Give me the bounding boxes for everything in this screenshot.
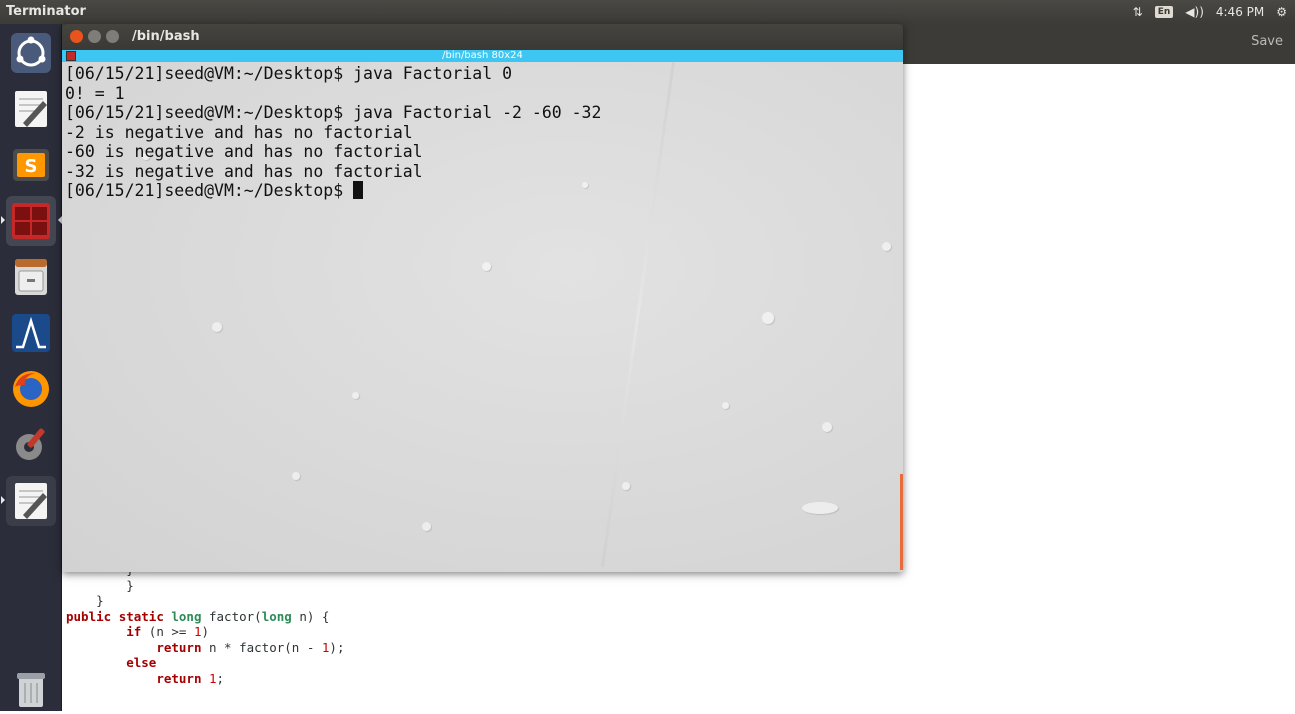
water-drop	[802, 502, 838, 514]
code-line: }	[66, 577, 134, 593]
terminator-icon[interactable]	[6, 196, 56, 246]
app-title: Terminator	[6, 4, 86, 19]
running-indicator	[1, 216, 5, 224]
gedit-icon[interactable]	[6, 476, 56, 526]
terminal-prompt: [06/15/21]seed@VM:~/Desktop$	[65, 181, 354, 200]
svg-text:S: S	[25, 156, 38, 177]
code-line: return n * factor(n - 1);	[156, 639, 345, 655]
terminal-tab-label: /bin/bash 80x24	[442, 50, 523, 61]
water-drop	[882, 242, 891, 251]
save-button[interactable]: Save	[1251, 34, 1283, 49]
water-drop	[482, 262, 491, 271]
window-title: /bin/bash	[132, 29, 200, 44]
wireshark-icon[interactable]	[6, 308, 56, 358]
water-drop	[422, 522, 431, 531]
maximize-button[interactable]	[106, 30, 119, 43]
text-editor-icon[interactable]	[6, 84, 56, 134]
terminal-body[interactable]: [06/15/21]seed@VM:~/Desktop$ java Factor…	[62, 62, 903, 572]
network-icon[interactable]: ⇅	[1133, 5, 1143, 19]
water-drop	[292, 472, 300, 480]
firefox-icon[interactable]	[6, 364, 56, 414]
code-line: public static long factor(long n) {	[66, 608, 330, 624]
indicator-area: ⇅ En ◀)) 4:46 PM ⚙	[1133, 3, 1287, 21]
code-line: else	[126, 655, 157, 670]
close-button[interactable]	[70, 30, 83, 43]
terminal-tab-bar[interactable]: /bin/bash 80x24	[62, 50, 903, 62]
code-line: if (n >= 1)	[126, 624, 210, 639]
wallpaper-streak	[601, 62, 675, 568]
clock[interactable]: 4:46 PM	[1216, 5, 1264, 19]
minimize-button[interactable]	[88, 30, 101, 43]
water-drop	[352, 392, 359, 399]
terminal-line: 0! = 1	[65, 83, 125, 103]
terminal-line: [06/15/21]seed@VM:~/Desktop$ java Factor…	[65, 64, 513, 83]
water-drop	[622, 482, 630, 490]
terminal-line: -60 is negative and has no factorial	[65, 142, 423, 161]
terminal-line: [06/15/21]seed@VM:~/Desktop$ java Factor…	[65, 103, 602, 122]
terminal-output[interactable]: [06/15/21]seed@VM:~/Desktop$ java Factor…	[65, 64, 601, 201]
settings-gear-icon[interactable]: ⚙	[1276, 5, 1287, 19]
water-drop	[212, 322, 222, 332]
terminal-line: -32 is negative and has no factorial	[65, 161, 423, 181]
trash-icon[interactable]	[6, 664, 56, 714]
volume-icon[interactable]: ◀))	[1185, 5, 1204, 19]
water-drop	[762, 312, 774, 324]
code-line: return 1;	[156, 670, 225, 686]
running-indicator	[1, 496, 5, 504]
terminal-cursor	[353, 181, 364, 199]
ubuntu-dash-icon[interactable]	[6, 28, 56, 78]
launcher: S	[0, 24, 62, 711]
scroll-indicator[interactable]	[900, 474, 903, 570]
code-view[interactable]: } } } public static long factor(long n) …	[66, 562, 344, 686]
water-drop	[822, 422, 832, 432]
code-line: }	[66, 593, 104, 608]
keyboard-layout-indicator[interactable]: En	[1154, 6, 1174, 18]
file-cabinet-icon[interactable]	[6, 252, 56, 302]
water-drop	[722, 402, 729, 409]
top-panel: Terminator ⇅ En ◀)) 4:46 PM ⚙	[0, 0, 1295, 24]
sublime-text-icon[interactable]: S	[6, 140, 56, 190]
system-settings-icon[interactable]	[6, 420, 56, 470]
window-titlebar[interactable]: /bin/bash	[62, 24, 903, 50]
terminator-window: /bin/bash /bin/bash 80x24 [06/15/21]seed…	[62, 24, 903, 572]
terminal-line: -2 is negative and has no factorial	[65, 122, 413, 142]
